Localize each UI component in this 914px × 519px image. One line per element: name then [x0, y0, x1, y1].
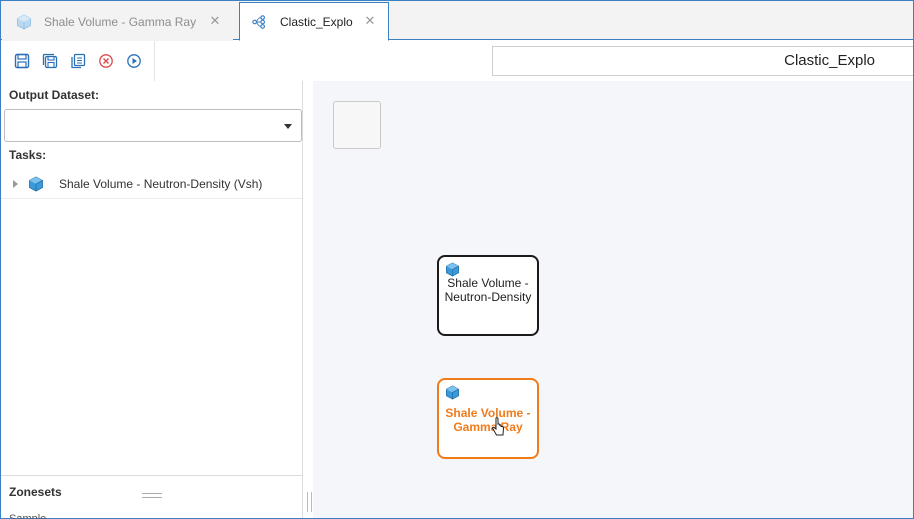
close-icon[interactable]: ✕ — [364, 14, 376, 27]
close-icon[interactable]: ✕ — [209, 14, 221, 27]
task-row[interactable]: Shale Volume - Neutron-Density (Vsh) — [1, 169, 302, 199]
tab-clastic-explo[interactable]: Clastic_Explo ✕ — [239, 2, 389, 41]
panel-splitter[interactable] — [307, 492, 312, 512]
toolbar — [1, 41, 155, 81]
zoneset-item[interactable]: Sample — [9, 513, 46, 519]
cube-icon — [445, 262, 460, 277]
zonesets-label: Zonesets — [9, 485, 62, 499]
zonesets-header[interactable]: Zonesets — [1, 476, 302, 506]
save-icon[interactable] — [13, 52, 31, 70]
cube-icon — [28, 176, 44, 192]
workflow-icon — [252, 14, 268, 30]
copy-icon[interactable] — [69, 52, 87, 70]
cube-icon — [16, 14, 32, 30]
workflow-node-gamma-ray[interactable]: Shale Volume - Gamma Ray — [437, 378, 539, 459]
mouse-cursor-icon — [491, 417, 505, 436]
node-label: Shale Volume - Gamma Ray — [445, 406, 531, 434]
workflow-canvas[interactable]: Shale Volume - Neutron-Density Shale Vol… — [313, 81, 913, 518]
node-label: Shale Volume - Neutron-Density — [444, 276, 532, 304]
output-dataset-dropdown[interactable] — [4, 109, 302, 142]
resize-grip-icon[interactable] — [142, 493, 162, 498]
left-panel: Output Dataset: Tasks: Shale Volume - Ne… — [1, 81, 303, 519]
save-all-icon[interactable] — [41, 52, 59, 70]
task-label: Shale Volume - Neutron-Density (Vsh) — [59, 176, 263, 191]
expand-arrow-icon[interactable] — [13, 179, 18, 188]
cancel-icon[interactable] — [97, 52, 115, 70]
run-icon[interactable] — [125, 52, 143, 70]
empty-node-slot[interactable] — [333, 101, 381, 149]
tasks-label: Tasks: — [9, 148, 47, 162]
chevron-down-icon[interactable] — [284, 124, 292, 129]
workflow-node-neutron-density[interactable]: Shale Volume - Neutron-Density — [437, 255, 539, 336]
workflow-title-field[interactable]: Clastic_Explo — [492, 46, 913, 76]
tab-strip: Shale Volume - Gamma Ray ✕ Clastic_Explo… — [1, 1, 913, 41]
output-dataset-label: Output Dataset: — [9, 88, 99, 102]
tab-shale-volume-gamma-ray[interactable]: Shale Volume - Gamma Ray ✕ — [2, 3, 233, 41]
cube-icon — [445, 385, 460, 400]
tab-label: Shale Volume - Gamma Ray — [44, 15, 197, 29]
tab-label: Clastic_Explo — [280, 14, 353, 29]
